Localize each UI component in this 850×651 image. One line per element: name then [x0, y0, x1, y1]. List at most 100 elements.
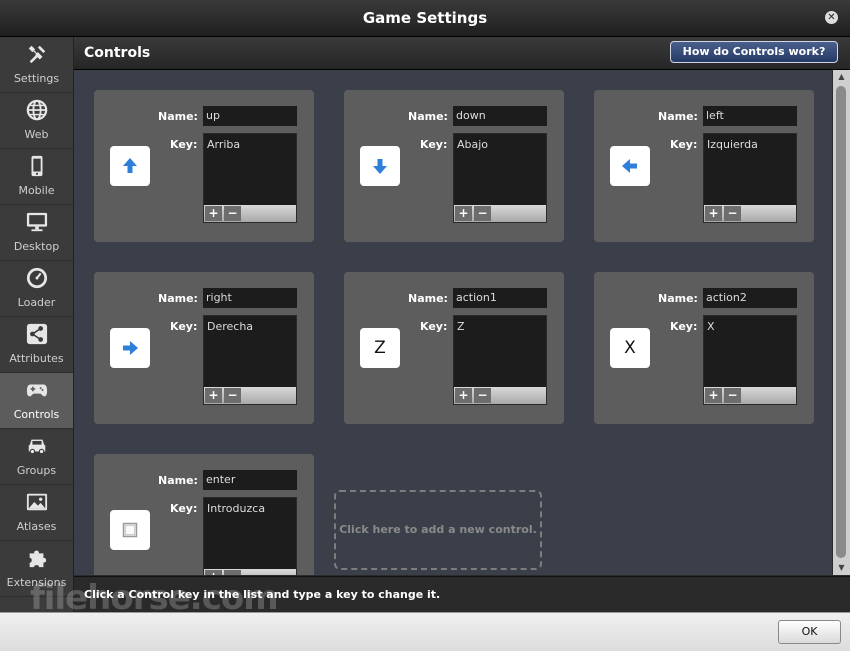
add-key-button[interactable]: +: [455, 388, 472, 403]
sidebar-item-mobile[interactable]: Mobile: [0, 149, 73, 205]
arrow-left-icon[interactable]: [610, 146, 650, 186]
remove-key-button[interactable]: −: [724, 388, 741, 403]
sidebar-item-web[interactable]: Web: [0, 93, 73, 149]
key-glyph-z[interactable]: Z: [360, 328, 400, 368]
name-label: Name:: [408, 110, 448, 123]
sidebar-item-settings[interactable]: Settings: [0, 37, 73, 93]
gamepad-icon: [26, 384, 48, 397]
name-label: Name:: [158, 110, 198, 123]
gauge-icon: [26, 267, 48, 289]
sidebar-item-label: Attributes: [9, 352, 64, 365]
scroll-up-icon[interactable]: ▲: [833, 70, 850, 84]
key-list[interactable]: Arriba + −: [203, 133, 297, 223]
add-key-button[interactable]: +: [205, 570, 222, 575]
how-controls-work-button[interactable]: How do Controls work?: [670, 41, 838, 63]
sidebar-item-label: Settings: [13, 72, 60, 85]
name-field[interactable]: up: [203, 106, 297, 126]
name-field[interactable]: right: [203, 288, 297, 308]
control-card-down: Name: down Key: Abajo + −: [344, 90, 564, 242]
key-list-item[interactable]: X: [707, 320, 715, 333]
sidebar-item-label: Desktop: [13, 240, 60, 253]
control-card-action1: Z Name: action1 Key: Z + −: [344, 272, 564, 424]
add-key-button[interactable]: +: [705, 388, 722, 403]
add-key-button[interactable]: +: [205, 206, 222, 221]
window-title: Game Settings: [362, 9, 488, 27]
title-bar: Game Settings ✕: [0, 0, 850, 37]
key-list-item[interactable]: Derecha: [207, 320, 253, 333]
sidebar-item-label: Web: [24, 128, 49, 141]
monitor-icon: [26, 212, 48, 232]
add-key-button[interactable]: +: [205, 388, 222, 403]
key-label: Key:: [170, 502, 198, 515]
arrow-right-icon[interactable]: [110, 328, 150, 368]
remove-key-button[interactable]: −: [224, 388, 241, 403]
control-card-enter: Name: enter Key: Introduzca + −: [94, 454, 314, 575]
scroll-down-icon[interactable]: ▼: [833, 561, 850, 575]
scrollbar-thumb[interactable]: [836, 86, 846, 558]
add-new-control-button[interactable]: Click here to add a new control.: [334, 490, 542, 570]
key-list-toolbar: + −: [704, 387, 796, 404]
key-list-toolbar: + −: [454, 205, 546, 222]
name-label: Name:: [158, 474, 198, 487]
key-list[interactable]: Z + −: [453, 315, 547, 405]
key-label: Key:: [670, 320, 698, 333]
name-field[interactable]: action1: [453, 288, 547, 308]
sidebar-item-groups[interactable]: Groups: [0, 429, 73, 485]
key-label: Key:: [170, 320, 198, 333]
sidebar-item-desktop[interactable]: Desktop: [0, 205, 73, 261]
key-list-item[interactable]: Izquierda: [707, 138, 758, 151]
page-title: Controls: [84, 45, 151, 61]
key-list[interactable]: Abajo + −: [453, 133, 547, 223]
name-field[interactable]: enter: [203, 470, 297, 490]
key-list-toolbar: + −: [204, 205, 296, 222]
key-list-toolbar: + −: [454, 387, 546, 404]
name-field[interactable]: left: [703, 106, 797, 126]
remove-key-button[interactable]: −: [224, 206, 241, 221]
globe-icon: [26, 99, 48, 121]
key-list-item[interactable]: Arriba: [207, 138, 240, 151]
key-list-item[interactable]: Z: [457, 320, 465, 333]
arrow-up-icon[interactable]: [110, 146, 150, 186]
add-key-button[interactable]: +: [455, 206, 472, 221]
add-key-button[interactable]: +: [705, 206, 722, 221]
arrow-down-icon[interactable]: [360, 146, 400, 186]
name-label: Name:: [658, 110, 698, 123]
key-list-toolbar: + −: [204, 387, 296, 404]
square-icon[interactable]: [110, 510, 150, 550]
ok-button[interactable]: OK: [778, 620, 841, 644]
sidebar-item-attributes[interactable]: Attributes: [0, 317, 73, 373]
sidebar-item-loader[interactable]: Loader: [0, 261, 73, 317]
share-icon: [26, 323, 48, 345]
sidebar-item-atlases[interactable]: Atlases: [0, 485, 73, 541]
controls-panel: Name: up Key: Arriba + − Name: down Key:…: [74, 70, 832, 575]
key-list[interactable]: X + −: [703, 315, 797, 405]
remove-key-button[interactable]: −: [474, 388, 491, 403]
key-glyph-x[interactable]: X: [610, 328, 650, 368]
control-card-up: Name: up Key: Arriba + −: [94, 90, 314, 242]
control-card-right: Name: right Key: Derecha + −: [94, 272, 314, 424]
wrench-icon: [28, 45, 46, 64]
sidebar-item-controls[interactable]: Controls: [0, 373, 73, 429]
close-icon[interactable]: ✕: [825, 11, 838, 24]
name-field[interactable]: down: [453, 106, 547, 126]
key-list-item[interactable]: Abajo: [457, 138, 488, 151]
vertical-scrollbar[interactable]: ▲ ▼: [833, 70, 850, 575]
name-label: Name:: [658, 292, 698, 305]
key-list[interactable]: Derecha + −: [203, 315, 297, 405]
name-label: Name:: [158, 292, 198, 305]
remove-key-button[interactable]: −: [474, 206, 491, 221]
content-header: Controls How do Controls work?: [74, 37, 850, 70]
sidebar-item-label: Loader: [17, 296, 56, 309]
key-list[interactable]: Izquierda + −: [703, 133, 797, 223]
key-label: Key:: [420, 138, 448, 151]
control-card-action2: X Name: action2 Key: X + −: [594, 272, 814, 424]
key-list-item[interactable]: Introduzca: [207, 502, 265, 515]
remove-key-button[interactable]: −: [224, 570, 241, 575]
sidebar-item-label: Mobile: [18, 184, 55, 197]
remove-key-button[interactable]: −: [724, 206, 741, 221]
sidebar: Settings Web Mobile Desktop Loader Attri…: [0, 37, 74, 612]
name-field[interactable]: action2: [703, 288, 797, 308]
key-label: Key:: [670, 138, 698, 151]
key-list[interactable]: Introduzca + −: [203, 497, 297, 575]
mobile-icon: [31, 155, 43, 177]
